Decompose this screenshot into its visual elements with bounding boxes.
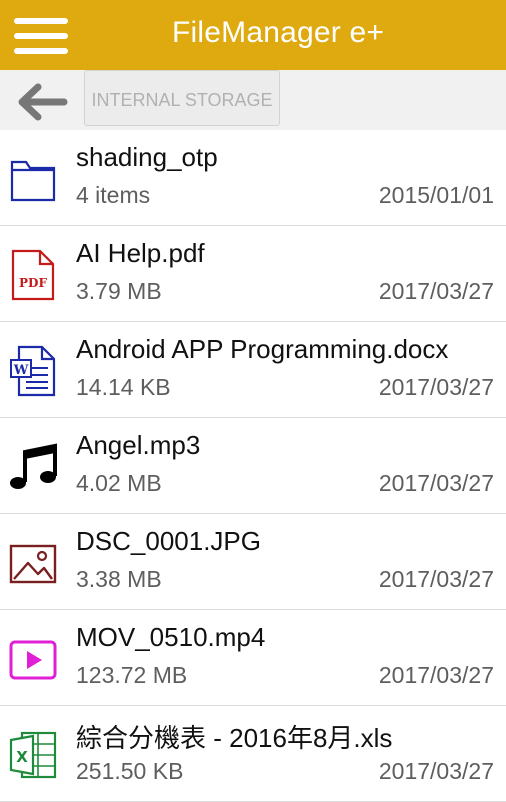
folder-icon <box>8 152 58 206</box>
list-item[interactable]: Angel.mp3 4.02 MB 2017/03/27 <box>0 418 506 514</box>
pdf-icon-label: PDF <box>19 276 47 290</box>
list-item[interactable]: DSC_0001.JPG 3.38 MB 2017/03/27 <box>0 514 506 610</box>
file-name: shading_otp <box>76 142 218 172</box>
file-list: shading_otp 4 items 2015/01/01 PDF AI He… <box>0 130 506 802</box>
list-item[interactable]: X 綜合分機表 - 2016年8月.xls 251.50 KB 2017/03/… <box>0 706 506 802</box>
file-info: 3.79 MB <box>76 278 162 304</box>
app-title: FileManager e+ <box>172 16 385 49</box>
image-file-icon <box>8 536 58 590</box>
breadcrumb-internal-storage[interactable]: INTERNAL STORAGE <box>84 70 280 126</box>
file-date: 2017/03/27 <box>378 278 494 304</box>
music-note-icon <box>8 440 58 494</box>
file-info: 123.72 MB <box>76 662 188 688</box>
file-name: DSC_0001.JPG <box>76 526 261 556</box>
list-item[interactable]: MOV_0510.mp4 123.72 MB 2017/03/27 <box>0 610 506 706</box>
file-info: 14.14 KB <box>76 374 171 400</box>
word-document-icon: W <box>8 344 58 398</box>
file-date: 2017/03/27 <box>378 662 494 688</box>
file-date: 2017/03/27 <box>378 758 494 784</box>
back-arrow-icon[interactable] <box>14 82 68 122</box>
video-file-icon <box>8 632 58 686</box>
list-item[interactable]: PDF AI Help.pdf 3.79 MB 2017/03/27 <box>0 226 506 322</box>
pdf-file-icon: PDF <box>8 248 58 302</box>
excel-spreadsheet-icon: X <box>8 728 58 782</box>
list-item[interactable]: W Android APP Programming.docx 14.14 KB … <box>0 322 506 418</box>
file-date: 2017/03/27 <box>378 470 494 496</box>
excel-icon-label: X <box>16 748 28 766</box>
app-toolbar: FileManager e+ <box>0 0 506 70</box>
file-name: Android APP Programming.docx <box>76 334 449 364</box>
hamburger-menu-icon[interactable] <box>14 16 68 56</box>
list-item[interactable]: shading_otp 4 items 2015/01/01 <box>0 130 506 226</box>
file-info: 251.50 KB <box>76 758 184 784</box>
file-date: 2015/01/01 <box>378 182 494 208</box>
file-name: MOV_0510.mp4 <box>76 622 266 652</box>
file-name: Angel.mp3 <box>76 430 201 460</box>
file-name: 綜合分機表 - 2016年8月.xls <box>76 723 393 753</box>
path-bar: INTERNAL STORAGE <box>0 70 506 130</box>
file-name: AI Help.pdf <box>76 238 205 268</box>
file-date: 2017/03/27 <box>378 566 494 592</box>
file-date: 2017/03/27 <box>378 374 494 400</box>
file-info: 4.02 MB <box>76 470 162 496</box>
word-icon-label: W <box>13 363 29 378</box>
file-info: 3.38 MB <box>76 566 162 592</box>
file-info: 4 items <box>76 182 151 208</box>
